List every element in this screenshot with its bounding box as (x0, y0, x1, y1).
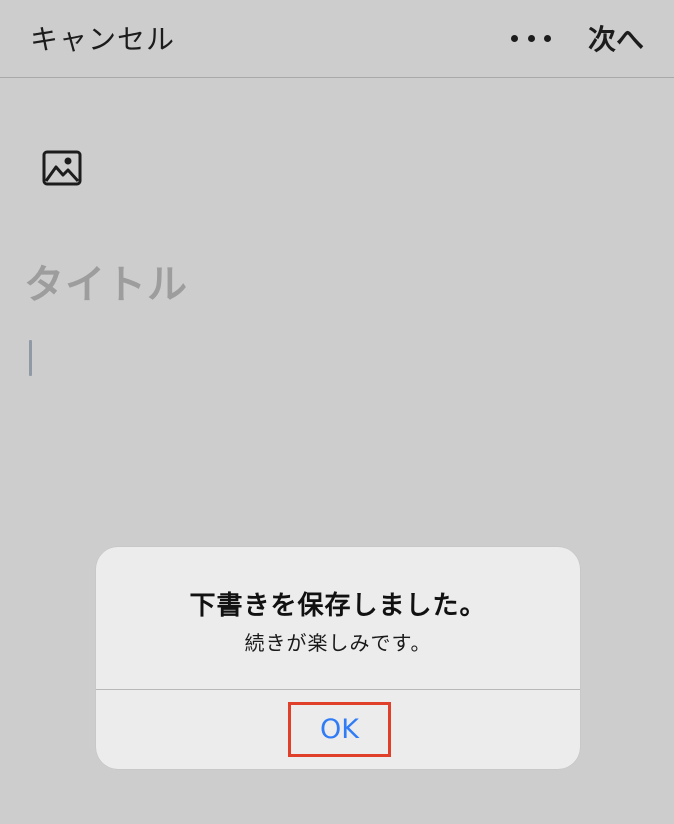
ok-button[interactable]: OK (288, 702, 391, 757)
next-button[interactable]: 次へ (588, 18, 644, 58)
more-dot (544, 34, 551, 42)
title-input[interactable]: タイトル (24, 252, 188, 310)
alert-divider (96, 689, 580, 690)
more-options-icon[interactable] (511, 28, 551, 48)
text-caret (29, 340, 32, 376)
body-text-editor[interactable] (24, 330, 644, 390)
more-dot (511, 34, 518, 42)
alert-title: 下書きを保存しました。 (189, 591, 487, 621)
insert-image-icon[interactable] (42, 150, 82, 186)
alert-message: 続きが楽しみです。 (244, 631, 432, 655)
image-icon (42, 150, 82, 186)
alert-dialog: 下書きを保存しました。 続きが楽しみです。 OK (96, 547, 580, 769)
screen: キャンセル 次へ タイトル 下書きを保存しました。 続きが楽しみです。 OK (0, 0, 674, 824)
top-navigation-bar: キャンセル 次へ (0, 0, 674, 78)
cancel-button[interactable]: キャンセル (30, 18, 175, 58)
more-dot (527, 34, 535, 42)
